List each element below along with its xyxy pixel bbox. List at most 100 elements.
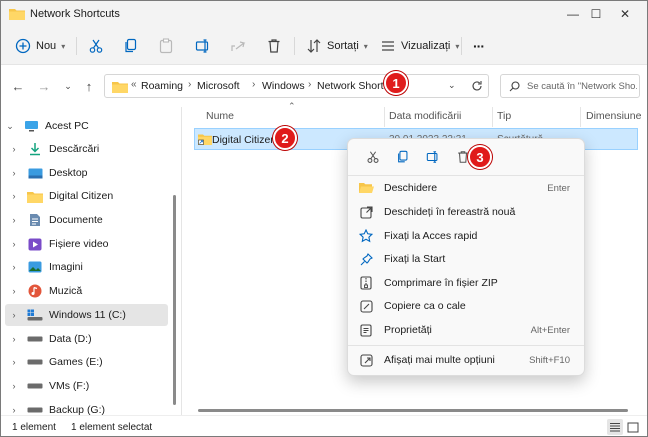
context-cut-button[interactable] [358,147,388,167]
context-open-new-window[interactable]: Deschideți în fereastră nouă [352,201,580,223]
horizontal-scrollbar[interactable] [198,409,628,412]
sidebar-item-label: VMs (F:) [49,380,90,392]
sidebar-item-label: Fișiere video [49,238,109,250]
chevron-right-icon[interactable]: › [5,405,23,415]
chevron-down-icon[interactable]: ⌄ [448,80,456,91]
chevron-down-icon[interactable]: ⌄ [1,121,19,132]
more-options-icon [358,353,374,367]
sort-label: Sortați [327,40,359,52]
chevron-right-icon[interactable]: › [5,381,23,391]
chevron-right-icon[interactable]: › [5,310,23,320]
context-item-label: Deschidere [384,182,438,194]
chevron-right-icon[interactable]: › [5,168,23,178]
context-copy-button[interactable] [388,147,418,167]
context-properties[interactable]: Proprietăți Alt+Enter [352,319,580,341]
context-compress-zip[interactable]: Comprimare în fișier ZIP [352,272,580,294]
chevron-right-icon[interactable]: › [5,144,23,154]
chevron-right-icon[interactable]: › [5,191,23,201]
context-item-label: Fixați la Acces rapid [384,230,478,242]
cut-button[interactable] [88,36,104,56]
chevron-right-icon[interactable]: › [5,286,23,296]
chevron-right-icon[interactable]: › [5,357,23,367]
context-pin-start[interactable]: Fixați la Start [352,248,580,270]
chevron-right-icon[interactable]: › [5,262,23,272]
context-item-label: Comprimare în fișier ZIP [384,277,498,289]
context-open[interactable]: Deschidere Enter [352,177,580,199]
column-header-name[interactable]: Nume [206,110,234,122]
breadcrumb-overflow[interactable]: « [131,79,137,90]
address-row: ← → ⌄ ↑ « Roaming › Microsoft › Windows … [1,65,647,107]
search-input[interactable]: Se caută în "Network Sho... [500,74,640,98]
recent-locations-icon[interactable]: ⌄ [60,78,76,94]
sort-icon [307,39,321,53]
up-arrow-icon[interactable]: ↑ [81,78,97,94]
details-view-icon[interactable] [607,419,623,435]
sidebar-item-muzica[interactable]: › Muzică [5,280,168,302]
open-folder-icon [358,181,374,195]
properties-icon [358,323,374,337]
sidebar-scrollbar[interactable] [173,195,176,405]
status-selected-count: 1 element selectat [71,422,153,433]
paste-icon [159,38,173,54]
window-title: Network Shortcuts [30,8,120,20]
sidebar-item-vms-f[interactable]: › VMs (F:) [5,375,168,397]
share-button[interactable] [230,36,246,56]
breadcrumb-windows[interactable]: Windows [262,80,305,92]
sort-button[interactable]: Sortați ▾ [306,36,368,56]
sidebar-item-acest-pc[interactable]: ⌄ Acest PC [1,115,164,137]
sidebar-item-data-d[interactable]: › Data (D:) [5,328,168,350]
column-header-type[interactable]: Tip [497,110,511,122]
sidebar-item-windows-c[interactable]: › Windows 11 (C:) [5,304,168,326]
navigation-pane: ⌄ Acest PC › Descărcări › Desktop › Digi… [1,107,180,416]
copy-button[interactable] [123,36,139,56]
delete-button[interactable] [266,36,282,56]
sort-up-icon: ⌃ [288,101,296,111]
context-divider [348,175,584,176]
star-icon [358,229,374,243]
sidebar-item-digital-citizen[interactable]: › Digital Citizen [5,185,168,207]
tiles-view-icon[interactable] [625,419,641,435]
context-item-shortcut: Shift+F10 [529,354,570,366]
copy-icon [125,38,137,53]
context-copy-as-path[interactable]: Copiere ca o cale [352,295,580,317]
sidebar-item-label: Windows 11 (C:) [49,309,126,321]
context-item-label: Copiere ca o cale [384,300,466,312]
chevron-right-icon[interactable]: › [5,215,23,225]
annotation-badge-2: 2 [273,126,297,150]
drive-c-icon [27,308,43,322]
breadcrumb-roaming[interactable]: Roaming [141,80,183,92]
chevron-right-icon[interactable]: › [5,334,23,344]
sidebar-item-fisiere-video[interactable]: › Fișiere video [5,233,168,255]
column-divider[interactable] [580,107,581,127]
context-item-label: Deschideți în fereastră nouă [384,206,516,218]
toolbar-divider [76,37,77,55]
address-bar[interactable]: « Roaming › Microsoft › Windows › Networ… [104,74,489,98]
context-rename-button[interactable] [418,147,448,167]
more-options-button[interactable]: ··· [473,36,485,56]
sidebar-item-games-e[interactable]: › Games (E:) [5,351,168,373]
close-button[interactable]: ✕ [603,1,647,27]
forward-arrow-icon[interactable]: → [36,78,52,94]
context-show-more-options[interactable]: Afișați mai multe opțiuni Shift+F10 [352,349,580,371]
new-label: Nou [36,40,57,52]
context-pin-quick-access[interactable]: Fixați la Acces rapid [352,225,580,247]
refresh-icon[interactable] [471,80,483,92]
view-button[interactable]: Vizualizați ▾ [380,36,459,56]
breadcrumb-microsoft[interactable]: Microsoft [197,80,240,92]
sidebar-item-documente[interactable]: › Documente [5,209,168,231]
column-divider[interactable] [384,107,385,127]
sidebar-item-desktop[interactable]: › Desktop [5,162,168,184]
sidebar-item-descarcari[interactable]: › Descărcări [5,138,168,160]
chevron-right-icon[interactable]: › [5,239,23,249]
trash-icon [268,39,280,53]
sidebar-item-imagini[interactable]: › Imagini [5,256,168,278]
rename-button[interactable] [195,36,211,56]
plus-icon [15,38,31,54]
column-header-size[interactable]: Dimensiune [586,110,641,122]
new-button[interactable]: Nou ▾ [15,36,65,56]
column-divider[interactable] [492,107,493,127]
column-header-date[interactable]: Data modificării [389,110,461,122]
back-arrow-icon[interactable]: ← [10,78,26,94]
paste-button[interactable] [158,36,174,56]
sidebar-item-label: Digital Citizen [49,190,114,202]
